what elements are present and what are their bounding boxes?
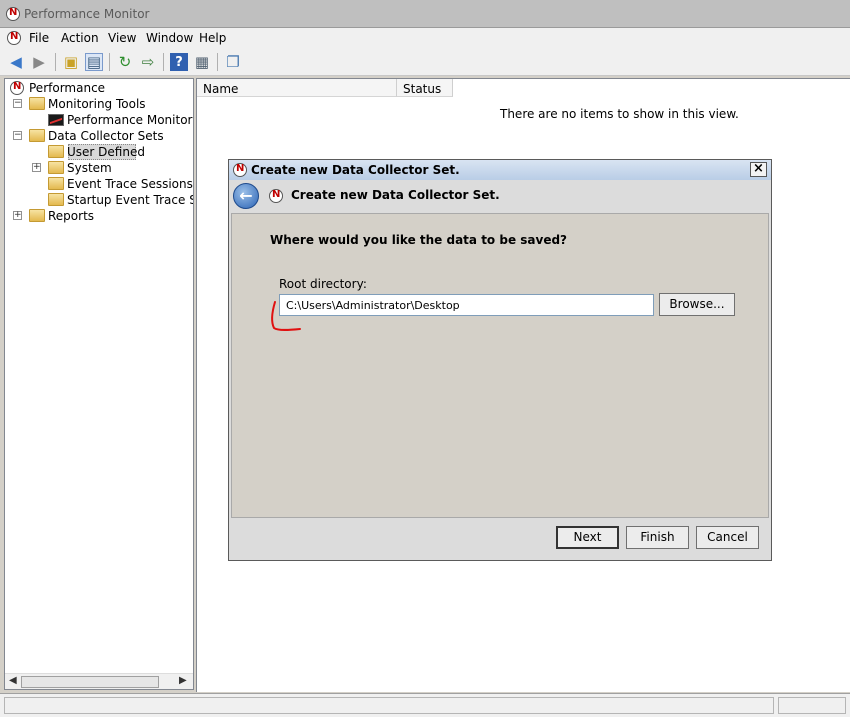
column-header-name[interactable]: Name <box>197 79 397 97</box>
menu-bar: File Action View Window Help <box>0 28 850 48</box>
scroll-left-icon[interactable]: ◀ <box>9 675 17 686</box>
finish-button[interactable]: Finish <box>626 526 689 549</box>
wizard-question: Where would you like the data to be save… <box>270 233 568 247</box>
navigation-tree[interactable]: Performance − Monitoring Tools Performan… <box>4 78 194 690</box>
help-icon[interactable]: ? <box>170 53 188 71</box>
tree-item-label: Monitoring Tools <box>48 97 146 111</box>
toolbar-separator <box>163 53 164 71</box>
root-directory-label: Root directory: <box>279 277 367 291</box>
tree-item-user-defined[interactable]: User Defined <box>5 144 190 160</box>
cancel-button[interactable]: Cancel <box>696 526 759 549</box>
folder-icon <box>29 97 45 110</box>
window-title: Performance Monitor <box>24 7 150 21</box>
tree-root-performance[interactable]: Performance <box>9 80 189 96</box>
expand-icon[interactable]: + <box>32 163 41 172</box>
status-bar <box>0 693 850 717</box>
tree-item-label: Reports <box>48 209 95 223</box>
folder-icon <box>48 193 64 206</box>
wizard-icon <box>269 189 283 203</box>
expand-icon[interactable]: + <box>13 211 22 220</box>
browse-button[interactable]: Browse... <box>659 293 735 316</box>
system-menu-icon[interactable] <box>7 31 21 45</box>
scrollbar-thumb[interactable] <box>21 676 159 688</box>
user-folder-icon <box>48 145 64 158</box>
properties-icon[interactable]: ▦ <box>193 53 211 71</box>
tree-item-monitoring-tools[interactable]: − Monitoring Tools <box>5 96 190 112</box>
close-icon[interactable]: × <box>750 162 767 177</box>
title-bar: Performance Monitor <box>0 0 850 28</box>
show-hide-tree-icon[interactable]: ▤ <box>85 53 103 71</box>
status-pane <box>4 697 774 714</box>
tree-item-label: Data Collector Sets <box>48 129 164 143</box>
toolbar: ◀ ▶ ▣ ▤ ↻ ⇨ ? ▦ ❐ <box>0 48 850 76</box>
tree-item-system[interactable]: + System <box>5 160 190 176</box>
tree-item-label: User Defined <box>67 145 145 159</box>
export-icon[interactable]: ⇨ <box>139 53 157 71</box>
empty-list-message: There are no items to show in this view. <box>500 107 739 121</box>
back-arrow-icon[interactable]: ◀ <box>7 53 25 71</box>
tree-item-reports[interactable]: + Reports <box>5 208 190 224</box>
dialog-title-bar: Create new Data Collector Set. × <box>229 160 771 180</box>
toolbar-separator <box>109 53 110 71</box>
toolbar-separator <box>55 53 56 71</box>
menu-help[interactable]: Help <box>199 31 226 45</box>
new-window-icon[interactable]: ❐ <box>224 53 242 71</box>
red-annotation-mark <box>271 301 301 331</box>
forward-arrow-icon[interactable]: ▶ <box>30 53 48 71</box>
refresh-icon[interactable]: ↻ <box>116 53 134 71</box>
collapse-icon[interactable]: − <box>13 131 22 140</box>
toolbar-separator <box>217 53 218 71</box>
dialog-app-icon <box>233 163 247 177</box>
create-data-collector-set-dialog: Create new Data Collector Set. × ← Creat… <box>228 159 772 561</box>
reports-folder-icon <box>29 209 45 222</box>
menu-view[interactable]: View <box>108 31 136 45</box>
folder-icon <box>48 161 64 174</box>
tree-item-label: Performance Monitor <box>67 113 193 127</box>
root-directory-input[interactable] <box>279 294 654 316</box>
performance-monitor-icon <box>6 7 20 21</box>
performance-icon <box>10 81 24 95</box>
dialog-title: Create new Data Collector Set. <box>251 163 460 177</box>
menu-action[interactable]: Action <box>61 31 99 45</box>
wizard-header: ← Create new Data Collector Set. <box>229 180 771 212</box>
wizard-title: Create new Data Collector Set. <box>291 188 500 202</box>
up-folder-icon[interactable]: ▣ <box>62 53 80 71</box>
collapse-icon[interactable]: − <box>13 99 22 108</box>
tree-item-performance-monitor[interactable]: Performance Monitor <box>5 112 193 128</box>
next-button[interactable]: Next <box>556 526 619 549</box>
tree-item-event-trace-sessions[interactable]: Event Trace Sessions <box>5 176 193 192</box>
scroll-right-icon[interactable]: ▶ <box>179 675 187 686</box>
folder-icon <box>29 129 45 142</box>
tree-item-label: Startup Event Trace Sess <box>67 193 193 207</box>
wizard-content: Where would you like the data to be save… <box>231 213 769 518</box>
column-header-status[interactable]: Status <box>397 79 453 97</box>
performance-chart-icon <box>48 114 64 126</box>
folder-icon <box>48 177 64 190</box>
tree-item-label: Performance <box>29 81 106 95</box>
menu-window[interactable]: Window <box>146 31 193 45</box>
status-pane <box>778 697 846 714</box>
tree-item-startup-event-trace-sessions[interactable]: Startup Event Trace Sess <box>5 192 193 208</box>
tree-item-data-collector-sets[interactable]: − Data Collector Sets <box>5 128 190 144</box>
menu-file[interactable]: File <box>29 31 49 45</box>
back-button[interactable]: ← <box>233 183 259 209</box>
horizontal-scrollbar[interactable]: ◀ ▶ <box>5 673 193 689</box>
tree-item-label: System <box>67 161 112 175</box>
tree-item-label: Event Trace Sessions <box>67 177 193 191</box>
